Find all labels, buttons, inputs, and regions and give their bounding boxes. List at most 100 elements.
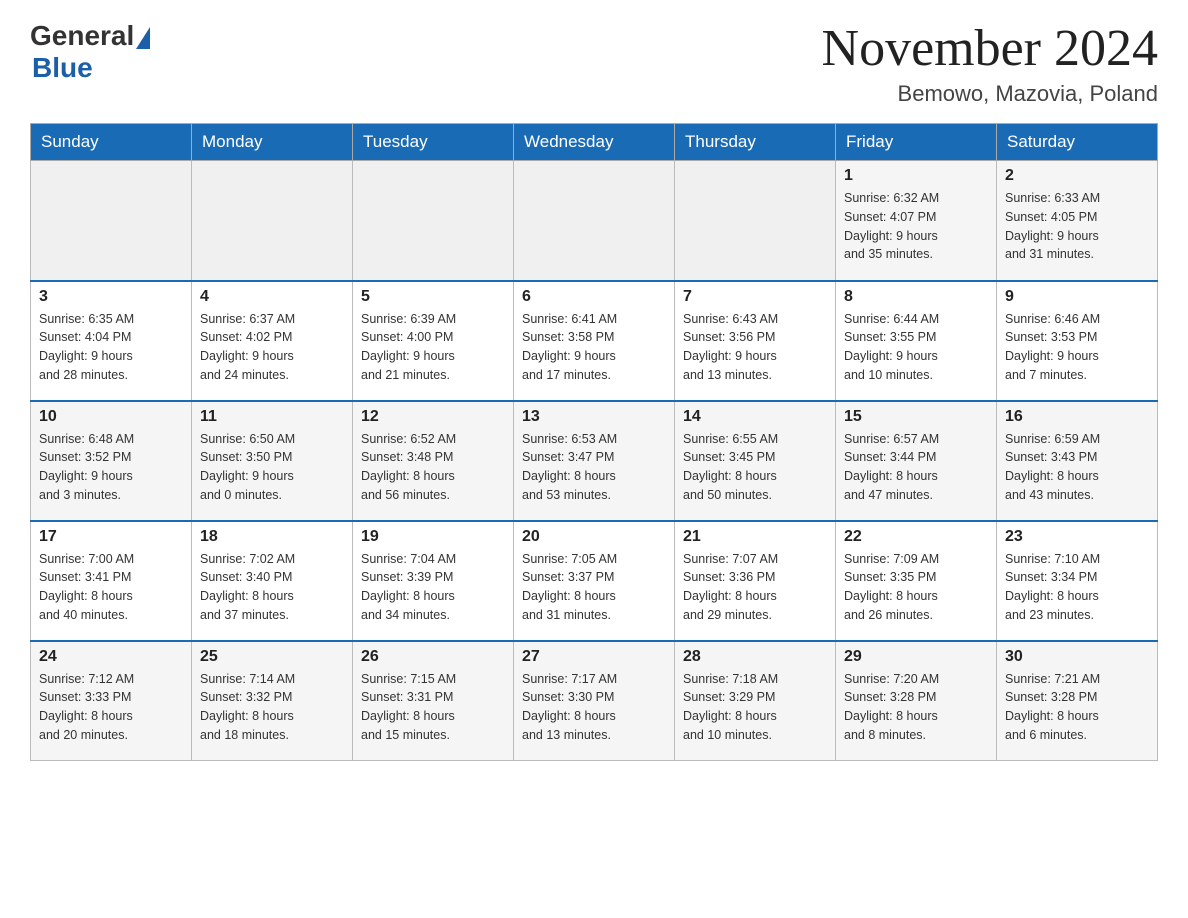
day-number: 30 (1005, 648, 1149, 666)
day-info: Sunrise: 7:05 AMSunset: 3:37 PMDaylight:… (522, 550, 666, 625)
calendar-cell: 24 Sunrise: 7:12 AMSunset: 3:33 PMDayligh… (31, 641, 192, 761)
calendar-week-row: 1 Sunrise: 6:32 AMSunset: 4:07 PMDaylight… (31, 161, 1158, 281)
calendar-cell: 7Sunrise: 6:43 AMSunset: 3:56 PMDaylight… (675, 281, 836, 401)
location-text: Bemowo, Mazovia, Poland (822, 81, 1158, 107)
month-title: November 2024 (822, 20, 1158, 77)
day-info: Sunrise: 6:53 AMSunset: 3:47 PMDaylight:… (522, 430, 666, 505)
title-area: November 2024 Bemowo, Mazovia, Poland (822, 20, 1158, 107)
day-number: 20 (522, 528, 666, 546)
calendar-cell: 5 Sunrise: 6:39 AMSunset: 4:00 PMDaylight… (353, 281, 514, 401)
day-number: 17 (39, 528, 183, 546)
calendar-cell (675, 161, 836, 281)
calendar-cell: 4 Sunrise: 6:37 AMSunset: 4:02 PMDaylight… (192, 281, 353, 401)
calendar-cell: 1 Sunrise: 6:32 AMSunset: 4:07 PMDaylight… (836, 161, 997, 281)
weekday-header-sunday: Sunday (31, 124, 192, 161)
calendar-week-row: 17Sunrise: 7:00 AMSunset: 3:41 PMDayligh… (31, 521, 1158, 641)
day-number: 22 (844, 528, 988, 546)
day-info: Sunrise: 7:20 AMSunset: 3:28 PMDaylight:… (844, 670, 988, 745)
day-number: 29 (844, 648, 988, 666)
day-number: 1 (844, 167, 988, 185)
calendar-cell: 17Sunrise: 7:00 AMSunset: 3:41 PMDayligh… (31, 521, 192, 641)
day-number: 15 (844, 408, 988, 426)
calendar-cell: 14 Sunrise: 6:55 AMSunset: 3:45 PMDayligh… (675, 401, 836, 521)
calendar-cell: 9Sunrise: 6:46 AMSunset: 3:53 PMDaylight… (997, 281, 1158, 401)
day-number: 13 (522, 408, 666, 426)
calendar-cell: 29 Sunrise: 7:20 AMSunset: 3:28 PMDayligh… (836, 641, 997, 761)
day-info: Sunrise: 7:09 AMSunset: 3:35 PMDaylight:… (844, 550, 988, 625)
day-info: Sunrise: 6:50 AMSunset: 3:50 PMDaylight:… (200, 430, 344, 505)
weekday-header-row: SundayMondayTuesdayWednesdayThursdayFrid… (31, 124, 1158, 161)
day-info: Sunrise: 6:32 AMSunset: 4:07 PMDaylight:… (844, 189, 988, 264)
day-info: Sunrise: 6:55 AMSunset: 3:45 PMDaylight:… (683, 430, 827, 505)
calendar-cell: 23Sunrise: 7:10 AMSunset: 3:34 PMDayligh… (997, 521, 1158, 641)
weekday-header-monday: Monday (192, 124, 353, 161)
calendar-cell: 12Sunrise: 6:52 AMSunset: 3:48 PMDayligh… (353, 401, 514, 521)
day-number: 21 (683, 528, 827, 546)
day-info: Sunrise: 7:14 AMSunset: 3:32 PMDaylight:… (200, 670, 344, 745)
calendar-cell: 10Sunrise: 6:48 AMSunset: 3:52 PMDayligh… (31, 401, 192, 521)
calendar-cell: 11 Sunrise: 6:50 AMSunset: 3:50 PMDayligh… (192, 401, 353, 521)
day-info: Sunrise: 7:18 AMSunset: 3:29 PMDaylight:… (683, 670, 827, 745)
calendar-cell: 15 Sunrise: 6:57 AMSunset: 3:44 PMDayligh… (836, 401, 997, 521)
calendar-cell: 6 Sunrise: 6:41 AMSunset: 3:58 PMDaylight… (514, 281, 675, 401)
calendar-cell: 20 Sunrise: 7:05 AMSunset: 3:37 PMDayligh… (514, 521, 675, 641)
calendar-cell: 28 Sunrise: 7:18 AMSunset: 3:29 PMDayligh… (675, 641, 836, 761)
calendar-cell: 26 Sunrise: 7:15 AMSunset: 3:31 PMDayligh… (353, 641, 514, 761)
calendar-cell: 13 Sunrise: 6:53 AMSunset: 3:47 PMDayligh… (514, 401, 675, 521)
day-number: 11 (200, 408, 344, 426)
calendar-cell (353, 161, 514, 281)
day-number: 3 (39, 288, 183, 306)
weekday-header-tuesday: Tuesday (353, 124, 514, 161)
calendar-cell: 8 Sunrise: 6:44 AMSunset: 3:55 PMDaylight… (836, 281, 997, 401)
header: General Blue November 2024 Bemowo, Mazov… (30, 20, 1158, 107)
calendar-week-row: 24 Sunrise: 7:12 AMSunset: 3:33 PMDayligh… (31, 641, 1158, 761)
day-info: Sunrise: 6:35 AMSunset: 4:04 PMDaylight:… (39, 310, 183, 385)
day-number: 25 (200, 648, 344, 666)
day-info: Sunrise: 6:37 AMSunset: 4:02 PMDaylight:… (200, 310, 344, 385)
day-number: 4 (200, 288, 344, 306)
day-info: Sunrise: 7:02 AMSunset: 3:40 PMDaylight:… (200, 550, 344, 625)
logo-general-text: General (30, 20, 134, 52)
weekday-header-saturday: Saturday (997, 124, 1158, 161)
calendar-cell (31, 161, 192, 281)
weekday-header-thursday: Thursday (675, 124, 836, 161)
calendar-cell (192, 161, 353, 281)
day-info: Sunrise: 6:59 AMSunset: 3:43 PMDaylight:… (1005, 430, 1149, 505)
day-number: 24 (39, 648, 183, 666)
day-number: 18 (200, 528, 344, 546)
day-info: Sunrise: 7:15 AMSunset: 3:31 PMDaylight:… (361, 670, 505, 745)
weekday-header-friday: Friday (836, 124, 997, 161)
day-number: 10 (39, 408, 183, 426)
day-info: Sunrise: 7:12 AMSunset: 3:33 PMDaylight:… (39, 670, 183, 745)
day-number: 28 (683, 648, 827, 666)
day-number: 2 (1005, 167, 1149, 185)
calendar-table: SundayMondayTuesdayWednesdayThursdayFrid… (30, 123, 1158, 761)
day-number: 14 (683, 408, 827, 426)
day-info: Sunrise: 6:44 AMSunset: 3:55 PMDaylight:… (844, 310, 988, 385)
calendar-cell: 18 Sunrise: 7:02 AMSunset: 3:40 PMDayligh… (192, 521, 353, 641)
day-number: 26 (361, 648, 505, 666)
day-info: Sunrise: 7:10 AMSunset: 3:34 PMDaylight:… (1005, 550, 1149, 625)
day-info: Sunrise: 6:39 AMSunset: 4:00 PMDaylight:… (361, 310, 505, 385)
calendar-cell: 19Sunrise: 7:04 AMSunset: 3:39 PMDayligh… (353, 521, 514, 641)
calendar-week-row: 10Sunrise: 6:48 AMSunset: 3:52 PMDayligh… (31, 401, 1158, 521)
day-info: Sunrise: 6:41 AMSunset: 3:58 PMDaylight:… (522, 310, 666, 385)
calendar-cell: 16Sunrise: 6:59 AMSunset: 3:43 PMDayligh… (997, 401, 1158, 521)
day-number: 19 (361, 528, 505, 546)
day-number: 9 (1005, 288, 1149, 306)
day-info: Sunrise: 7:17 AMSunset: 3:30 PMDaylight:… (522, 670, 666, 745)
logo-triangle-icon (136, 27, 150, 49)
calendar-cell: 27 Sunrise: 7:17 AMSunset: 3:30 PMDayligh… (514, 641, 675, 761)
day-info: Sunrise: 6:33 AMSunset: 4:05 PMDaylight:… (1005, 189, 1149, 264)
day-number: 6 (522, 288, 666, 306)
day-number: 7 (683, 288, 827, 306)
calendar-cell (514, 161, 675, 281)
calendar-cell: 2 Sunrise: 6:33 AMSunset: 4:05 PMDaylight… (997, 161, 1158, 281)
day-info: Sunrise: 6:57 AMSunset: 3:44 PMDaylight:… (844, 430, 988, 505)
day-number: 8 (844, 288, 988, 306)
day-number: 27 (522, 648, 666, 666)
calendar-cell: 22 Sunrise: 7:09 AMSunset: 3:35 PMDayligh… (836, 521, 997, 641)
day-number: 5 (361, 288, 505, 306)
day-info: Sunrise: 7:07 AMSunset: 3:36 PMDaylight:… (683, 550, 827, 625)
calendar-cell: 21 Sunrise: 7:07 AMSunset: 3:36 PMDayligh… (675, 521, 836, 641)
